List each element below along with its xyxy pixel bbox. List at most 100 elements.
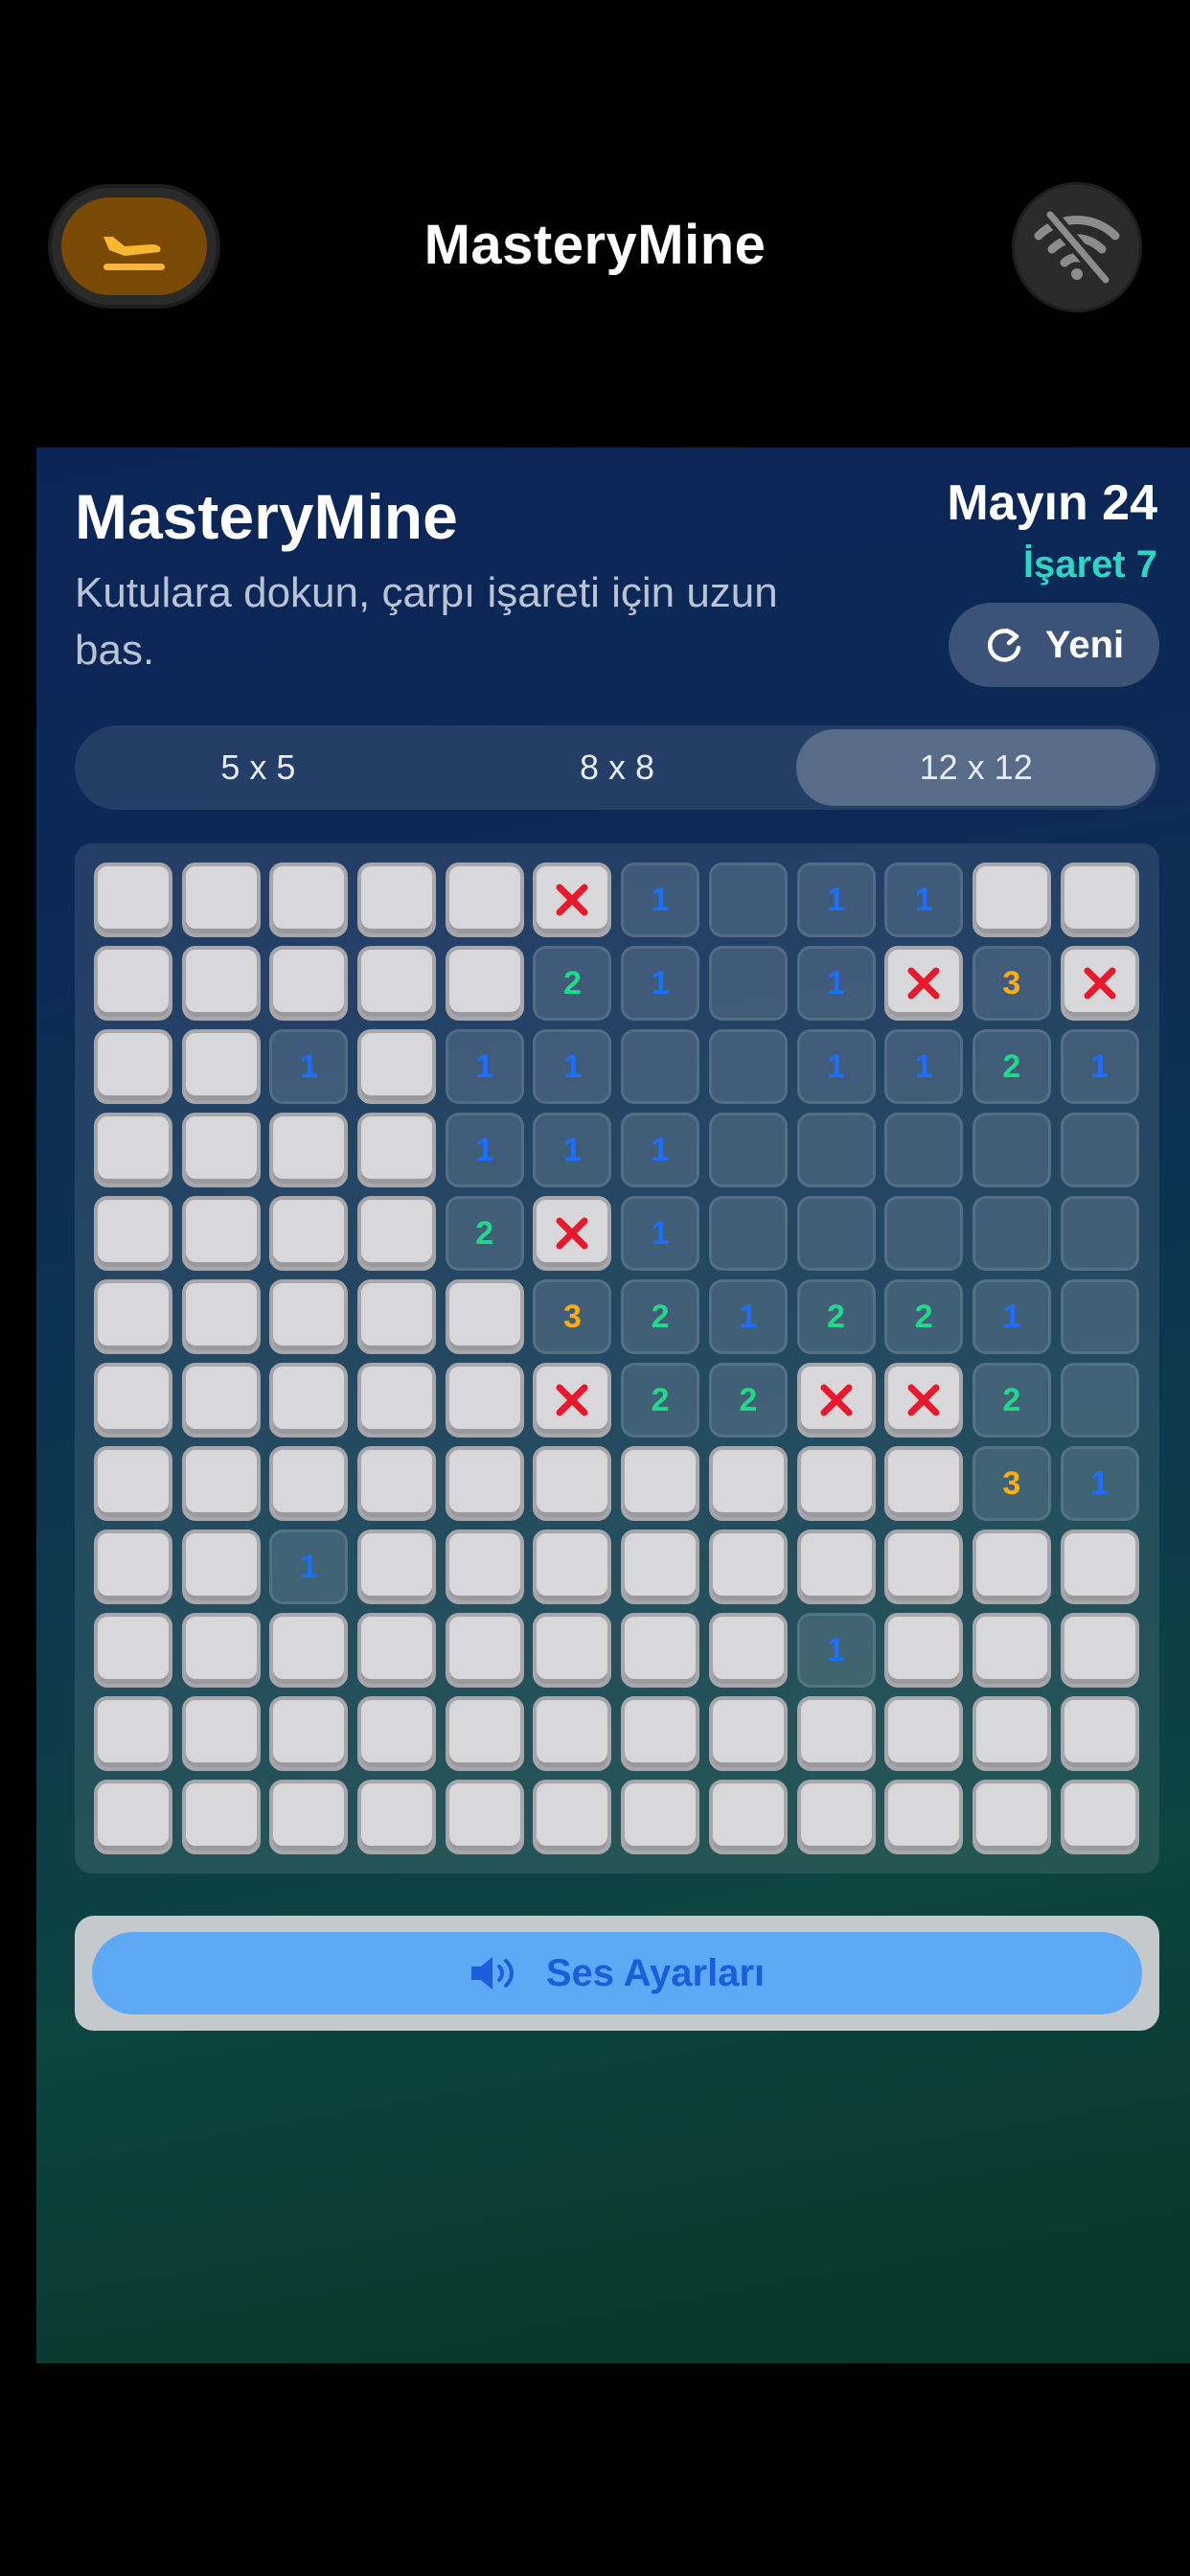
cell-number[interactable]: 1: [533, 1113, 612, 1187]
cell-hidden[interactable]: [94, 1446, 172, 1521]
cell-number[interactable]: 1: [621, 862, 700, 937]
cell-open[interactable]: [708, 946, 788, 1021]
cell-hidden[interactable]: [357, 1613, 437, 1688]
cell-marked[interactable]: [884, 1363, 964, 1438]
cell-hidden[interactable]: [884, 1780, 964, 1854]
cell-hidden[interactable]: [269, 1279, 349, 1354]
cell-hidden[interactable]: [533, 1780, 612, 1854]
cell-hidden[interactable]: [94, 1029, 172, 1104]
cell-hidden[interactable]: [181, 862, 261, 937]
size-option-12x12[interactable]: 12 x 12: [796, 729, 1156, 806]
cell-hidden[interactable]: [796, 1780, 876, 1854]
cell-marked[interactable]: [796, 1363, 876, 1438]
cell-hidden[interactable]: [796, 1446, 876, 1521]
cell-open[interactable]: [708, 862, 788, 937]
cell-hidden[interactable]: [708, 1780, 788, 1854]
cell-hidden[interactable]: [269, 946, 349, 1021]
cell-hidden[interactable]: [269, 1363, 349, 1438]
cell-hidden[interactable]: [796, 1696, 876, 1771]
cell-hidden[interactable]: [1060, 1613, 1139, 1688]
cell-number[interactable]: 2: [972, 1363, 1051, 1438]
cell-hidden[interactable]: [357, 1780, 437, 1854]
cell-hidden[interactable]: [357, 1530, 437, 1604]
cell-number[interactable]: 1: [533, 1029, 612, 1104]
cell-marked[interactable]: [533, 862, 612, 937]
cell-hidden[interactable]: [445, 862, 524, 937]
cell-hidden[interactable]: [269, 1446, 349, 1521]
cell-hidden[interactable]: [445, 1613, 524, 1688]
cell-hidden[interactable]: [181, 1363, 261, 1438]
cell-hidden[interactable]: [357, 1113, 437, 1187]
cell-hidden[interactable]: [94, 1113, 172, 1187]
cell-open[interactable]: [708, 1113, 788, 1187]
cell-hidden[interactable]: [94, 1363, 172, 1438]
cell-hidden[interactable]: [269, 1613, 349, 1688]
cell-open[interactable]: [796, 1113, 876, 1187]
cell-hidden[interactable]: [445, 1530, 524, 1604]
cell-hidden[interactable]: [621, 1530, 700, 1604]
cell-open[interactable]: [1060, 1279, 1139, 1354]
cell-hidden[interactable]: [1060, 862, 1139, 937]
cell-hidden[interactable]: [972, 1696, 1051, 1771]
cell-number[interactable]: 1: [269, 1530, 349, 1604]
cell-marked[interactable]: [884, 946, 964, 1021]
cell-open[interactable]: [884, 1196, 964, 1271]
cell-open[interactable]: [796, 1196, 876, 1271]
cell-number[interactable]: 2: [796, 1279, 876, 1354]
cell-hidden[interactable]: [94, 946, 172, 1021]
cell-hidden[interactable]: [621, 1613, 700, 1688]
cell-open[interactable]: [884, 1113, 964, 1187]
cell-hidden[interactable]: [972, 1613, 1051, 1688]
cell-hidden[interactable]: [445, 1279, 524, 1354]
cell-hidden[interactable]: [181, 1446, 261, 1521]
cell-hidden[interactable]: [884, 1446, 964, 1521]
cell-hidden[interactable]: [533, 1530, 612, 1604]
cell-hidden[interactable]: [708, 1446, 788, 1521]
cell-hidden[interactable]: [884, 1613, 964, 1688]
cell-number[interactable]: 1: [796, 1613, 876, 1688]
cell-open[interactable]: [621, 1029, 700, 1104]
cell-number[interactable]: 1: [445, 1113, 524, 1187]
cell-hidden[interactable]: [181, 1196, 261, 1271]
cell-number[interactable]: 1: [1060, 1029, 1139, 1104]
cell-hidden[interactable]: [94, 1780, 172, 1854]
cell-hidden[interactable]: [533, 1446, 612, 1521]
cell-number[interactable]: 2: [708, 1363, 788, 1438]
cell-hidden[interactable]: [972, 1530, 1051, 1604]
cell-hidden[interactable]: [94, 1530, 172, 1604]
cell-hidden[interactable]: [357, 1196, 437, 1271]
wifi-status-button[interactable]: [1012, 182, 1142, 312]
cell-number[interactable]: 1: [796, 862, 876, 937]
cell-number[interactable]: 1: [445, 1029, 524, 1104]
new-game-button[interactable]: Yeni: [949, 603, 1159, 687]
cell-hidden[interactable]: [708, 1530, 788, 1604]
cell-hidden[interactable]: [708, 1613, 788, 1688]
cell-number[interactable]: 1: [972, 1279, 1051, 1354]
cell-marked[interactable]: [533, 1196, 612, 1271]
cell-hidden[interactable]: [181, 1279, 261, 1354]
cell-hidden[interactable]: [445, 1446, 524, 1521]
cell-number[interactable]: 1: [708, 1279, 788, 1354]
cell-hidden[interactable]: [181, 1113, 261, 1187]
cell-hidden[interactable]: [94, 1696, 172, 1771]
cell-hidden[interactable]: [94, 1196, 172, 1271]
cell-hidden[interactable]: [357, 946, 437, 1021]
cell-open[interactable]: [972, 1196, 1051, 1271]
cell-hidden[interactable]: [533, 1696, 612, 1771]
cell-hidden[interactable]: [1060, 1696, 1139, 1771]
cell-hidden[interactable]: [884, 1530, 964, 1604]
cell-open[interactable]: [1060, 1196, 1139, 1271]
cell-marked[interactable]: [1060, 946, 1139, 1021]
cell-hidden[interactable]: [972, 862, 1051, 937]
cell-number[interactable]: 1: [621, 946, 700, 1021]
cell-open[interactable]: [708, 1196, 788, 1271]
cell-number[interactable]: 1: [621, 1113, 700, 1187]
cell-number[interactable]: 1: [884, 862, 964, 937]
cell-number[interactable]: 2: [972, 1029, 1051, 1104]
cell-marked[interactable]: [533, 1363, 612, 1438]
cell-hidden[interactable]: [445, 1363, 524, 1438]
cell-open[interactable]: [1060, 1113, 1139, 1187]
size-option-5x5[interactable]: 5 x 5: [79, 729, 438, 806]
cell-open[interactable]: [972, 1113, 1051, 1187]
cell-number[interactable]: 3: [972, 946, 1051, 1021]
